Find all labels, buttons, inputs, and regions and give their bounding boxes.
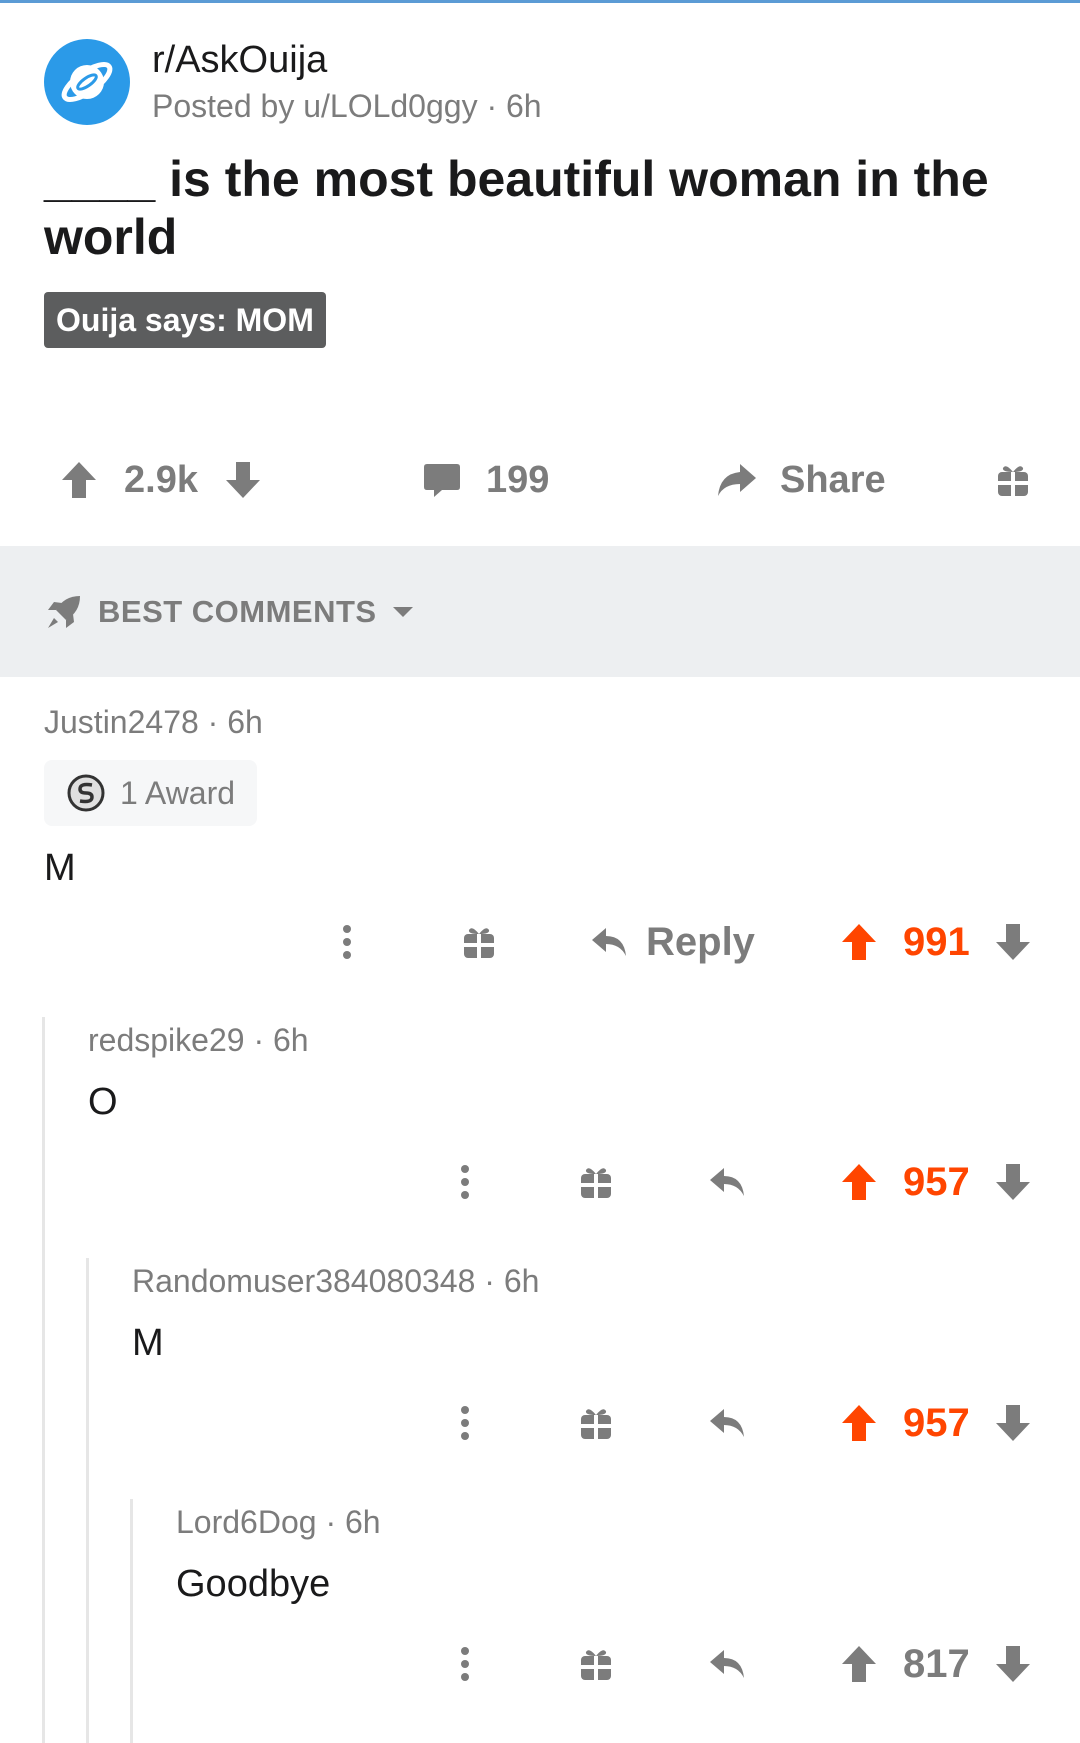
post-author-time[interactable]: Posted by u/LOLd0ggy · 6h	[152, 84, 542, 128]
comment-4-actions: 817	[0, 1629, 1080, 1699]
comment-vote-count: 817	[903, 1641, 970, 1686]
comment-2-actions: 957	[0, 1147, 1080, 1217]
reply-label: Reply	[646, 919, 755, 964]
comment-body: M	[44, 847, 76, 889]
more-options-icon	[343, 925, 351, 959]
comment-upvote-button[interactable]	[840, 1629, 878, 1699]
silver-award-icon	[67, 774, 105, 812]
award-button[interactable]	[462, 907, 496, 977]
reply-icon	[710, 1650, 744, 1678]
comment-body: M	[132, 1322, 164, 1364]
reply-button[interactable]: Reply	[590, 907, 755, 977]
post-vote-count: 2.9k	[124, 458, 198, 501]
comment-vote-count: 957	[903, 1159, 970, 1204]
share-icon	[718, 464, 756, 496]
comment-1: Justin2478 · 6h 1 Award M	[44, 702, 263, 892]
award-button[interactable]	[579, 1147, 613, 1217]
comment-vote-count: 957	[903, 1400, 970, 1445]
post-title: ____ is the most beautiful woman in the …	[44, 151, 989, 265]
comment-3: Randomuser384080348 · 6h M	[132, 1261, 539, 1367]
downvote-icon	[996, 1164, 1030, 1200]
post-flair[interactable]: Ouija says: MOM	[44, 292, 326, 348]
comment-sort-bar[interactable]: BEST COMMENTS	[0, 546, 1080, 677]
comment-vote-count: 991	[903, 919, 970, 964]
award-button[interactable]	[579, 1388, 613, 1458]
gift-icon	[581, 1650, 611, 1680]
reply-button[interactable]	[708, 1629, 748, 1699]
caret-down-icon	[392, 606, 413, 617]
gift-icon	[581, 1409, 611, 1439]
downvote-icon	[996, 924, 1030, 960]
comment-body: O	[88, 1081, 118, 1123]
gift-icon	[998, 466, 1028, 496]
award-button[interactable]	[579, 1629, 613, 1699]
post-header: r/AskOuija Posted by u/LOLd0ggy · 6h	[44, 36, 542, 128]
share-label: Share	[780, 458, 886, 501]
more-options-button[interactable]	[450, 1147, 480, 1217]
comment-3-actions: 957	[0, 1388, 1080, 1458]
more-options-icon	[461, 1647, 469, 1681]
post-action-bar: 2.9k 199 Share	[0, 440, 1080, 520]
comment-1-actions: Reply 991	[0, 907, 1080, 977]
thread-line-level-3[interactable]	[130, 1499, 133, 1743]
comment-downvote-button[interactable]	[994, 1629, 1032, 1699]
downvote-icon	[996, 1405, 1030, 1441]
comment-author[interactable]: redspike29 · 6h	[88, 1020, 309, 1060]
upvote-icon	[842, 1646, 876, 1682]
post-upvote-button[interactable]	[60, 440, 98, 520]
upvote-icon	[842, 1164, 876, 1200]
sort-label: BEST COMMENTS	[98, 593, 377, 629]
comment-upvote-button[interactable]	[840, 1147, 878, 1217]
reply-icon	[710, 1168, 744, 1196]
reply-button[interactable]	[708, 1147, 748, 1217]
upvote-icon	[842, 924, 876, 960]
more-options-button[interactable]	[450, 1388, 480, 1458]
comment-2: redspike29 · 6h O	[88, 1020, 309, 1126]
comment-icon	[424, 464, 460, 497]
downvote-icon	[226, 462, 260, 498]
award-label: 1 Award	[120, 774, 236, 811]
more-options-icon	[461, 1165, 469, 1199]
award-badge[interactable]: 1 Award	[44, 760, 258, 826]
comment-count: 199	[486, 458, 550, 501]
upvote-icon	[62, 462, 96, 498]
reply-icon	[710, 1409, 744, 1437]
planet-icon	[61, 61, 113, 103]
subreddit-name[interactable]: r/AskOuija	[152, 36, 542, 84]
comment-body: Goodbye	[176, 1563, 331, 1605]
comment-author[interactable]: Randomuser384080348 · 6h	[132, 1261, 539, 1301]
upvote-icon	[842, 1405, 876, 1441]
comment-4: Lord6Dog · 6h Goodbye	[176, 1502, 381, 1608]
comment-downvote-button[interactable]	[994, 1147, 1032, 1217]
reply-button[interactable]	[708, 1388, 748, 1458]
comment-upvote-button[interactable]	[840, 1388, 878, 1458]
subreddit-avatar[interactable]	[44, 39, 130, 125]
rocket-icon	[48, 595, 80, 628]
post-downvote-button[interactable]	[224, 440, 262, 520]
gift-icon	[464, 928, 494, 958]
top-accent-line	[0, 0, 1080, 3]
downvote-icon	[996, 1646, 1030, 1682]
post-award-button[interactable]	[996, 440, 1030, 520]
more-options-button[interactable]	[332, 907, 362, 977]
more-options-icon	[461, 1406, 469, 1440]
share-button[interactable]: Share	[714, 440, 886, 520]
more-options-button[interactable]	[450, 1629, 480, 1699]
comment-author[interactable]: Justin2478 · 6h	[44, 702, 263, 742]
comment-downvote-button[interactable]	[994, 1388, 1032, 1458]
reply-icon	[592, 928, 626, 956]
comments-button[interactable]: 199	[422, 440, 549, 520]
comment-author[interactable]: Lord6Dog · 6h	[176, 1502, 381, 1542]
comment-upvote-button[interactable]	[840, 907, 878, 977]
comment-downvote-button[interactable]	[994, 907, 1032, 977]
gift-icon	[581, 1168, 611, 1198]
